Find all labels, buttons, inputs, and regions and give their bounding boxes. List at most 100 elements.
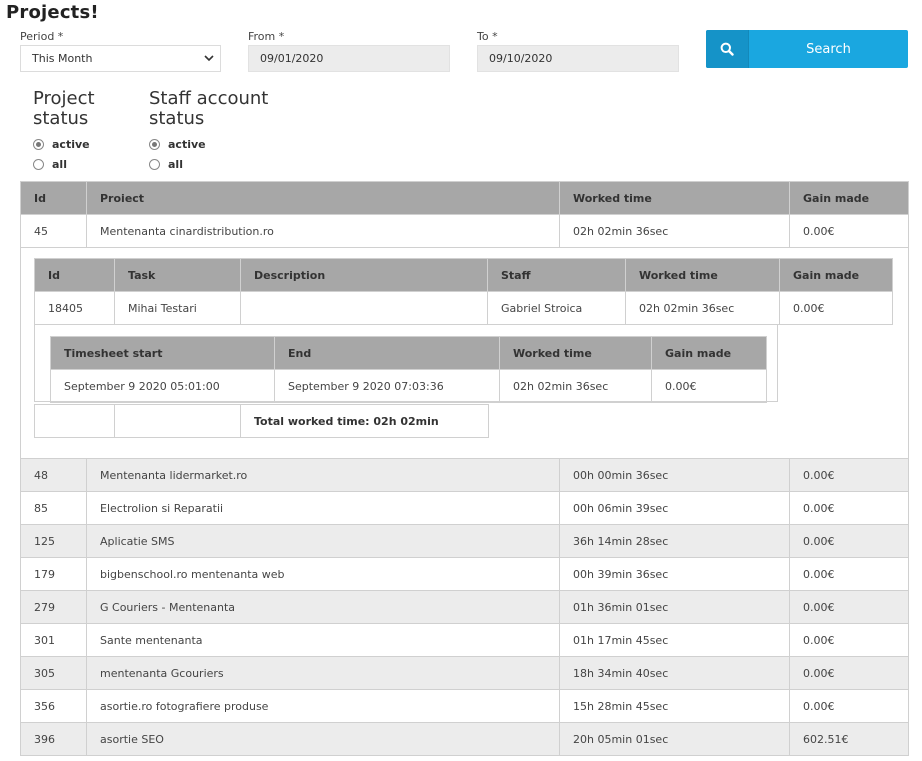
staff-status-title: Staff account status [149, 88, 269, 129]
project-worked-time: 01h 17min 45sec [559, 623, 790, 657]
timesheet-gain: 0.00€ [651, 369, 767, 403]
table-row[interactable]: 356 asortie.ro fotografiere produse 15h 28… [20, 689, 909, 723]
project-detail-cell: Id Task Description Staff Worked time Ga… [20, 247, 909, 459]
table-row[interactable]: 125 Aplicatie SMS 36h 14min 28sec 0.00€ [20, 524, 909, 558]
projects-table-header: Id Proiect Worked time Gain made [20, 181, 909, 215]
to-date-value: 09/10/2020 [489, 52, 553, 65]
task-gain: 0.00€ [779, 291, 893, 325]
table-row[interactable]: 396 asortie SEO 20h 05min 01sec 602.51€ [20, 722, 909, 756]
radio-label: all [168, 157, 183, 171]
project-id: 85 [20, 491, 87, 525]
projects-table: Id Proiect Worked time Gain made 45 Ment… [20, 181, 909, 756]
column-header-staff: Staff [487, 258, 626, 292]
project-worked-time: 36h 14min 28sec [559, 524, 790, 558]
timesheet-table: Timesheet start End Worked time Gain mad… [50, 336, 767, 403]
project-worked-time: 02h 02min 36sec [559, 214, 790, 248]
project-status-active-option[interactable]: active [33, 135, 90, 153]
column-header-description: Description [240, 258, 488, 292]
radio-unchecked-icon[interactable] [33, 158, 44, 170]
from-date-value: 09/01/2020 [260, 52, 324, 65]
table-row[interactable]: September 9 2020 05:01:00 September 9 20… [50, 369, 767, 403]
staff-status-active-option[interactable]: active [149, 135, 206, 153]
radio-label: active [52, 137, 90, 151]
project-worked-time: 01h 36min 01sec [559, 590, 790, 624]
column-header-worked-time: Worked time [559, 181, 790, 215]
project-id: 396 [20, 722, 87, 756]
project-status-all-option[interactable]: all [33, 155, 90, 173]
task-name: Mihai Testari [114, 291, 241, 325]
from-date-input[interactable]: 09/01/2020 [248, 45, 450, 72]
project-name: mentenanta Gcouriers [86, 656, 560, 690]
project-id: 48 [20, 458, 87, 492]
column-header-worked-time: Worked time [499, 336, 652, 370]
project-worked-time: 00h 39min 36sec [559, 557, 790, 591]
task-table-header: Id Task Description Staff Worked time Ga… [34, 258, 893, 292]
project-name: G Couriers - Mentenanta [86, 590, 560, 624]
table-row[interactable]: 301 Sante mentenanta 01h 17min 45sec 0.00€ [20, 623, 909, 657]
radio-unchecked-icon[interactable] [149, 158, 160, 170]
project-name: asortie.ro fotografiere produse [86, 689, 560, 723]
from-label: From * [248, 30, 285, 43]
task-worked-time: 02h 02min 36sec [625, 291, 780, 325]
project-name: Aplicatie SMS [86, 524, 560, 558]
project-name: bigbenschool.ro mentenanta web [86, 557, 560, 591]
table-row[interactable]: 85 Electrolion si Reparatii 00h 06min 39se… [20, 491, 909, 525]
staff-status-radios: active all [149, 135, 206, 173]
column-header-gain: Gain made [789, 181, 909, 215]
radio-checked-icon[interactable] [149, 138, 160, 150]
project-name: Mentenanta lidermarket.ro [86, 458, 560, 492]
total-row-table: Total worked time: 02h 02min [34, 404, 489, 438]
radio-checked-icon[interactable] [33, 138, 44, 150]
project-id: 125 [20, 524, 87, 558]
task-id: 18405 [34, 291, 115, 325]
table-row[interactable]: 179 bigbenschool.ro mentenanta web 00h 39m… [20, 557, 909, 591]
column-header-project: Proiect [86, 181, 560, 215]
total-worked-time: Total worked time: 02h 02min [240, 404, 489, 438]
timesheet-worked-time: 02h 02min 36sec [499, 369, 652, 403]
column-header-task: Task [114, 258, 241, 292]
task-table: Id Task Description Staff Worked time Ga… [34, 258, 893, 325]
project-name: asortie SEO [86, 722, 560, 756]
project-status-radios: active all [33, 135, 90, 173]
task-staff: Gabriel Stroica [487, 291, 626, 325]
project-worked-time: 20h 05min 01sec [559, 722, 790, 756]
chevron-down-icon [204, 52, 214, 65]
project-status-title: Project status [33, 88, 95, 129]
project-gain: 0.00€ [789, 524, 909, 558]
project-gain: 0.00€ [789, 590, 909, 624]
column-header-end: End [274, 336, 500, 370]
column-header-id: Id [20, 181, 87, 215]
total-empty-cell [34, 404, 115, 438]
total-row: Total worked time: 02h 02min [34, 404, 489, 438]
staff-status-all-option[interactable]: all [149, 155, 206, 173]
search-button[interactable]: Search [706, 30, 908, 68]
table-row[interactable]: 45 Mentenanta cinardistribution.ro 02h 0… [20, 214, 909, 248]
project-gain: 0.00€ [789, 491, 909, 525]
project-name: Mentenanta cinardistribution.ro [86, 214, 560, 248]
project-gain: 0.00€ [789, 689, 909, 723]
table-row[interactable]: 279 G Couriers - Mentenanta 01h 36min 01se… [20, 590, 909, 624]
timesheet-start: September 9 2020 05:01:00 [50, 369, 275, 403]
project-gain: 0.00€ [789, 656, 909, 690]
project-name: Sante mentenanta [86, 623, 560, 657]
project-id: 45 [20, 214, 87, 248]
to-date-input[interactable]: 09/10/2020 [477, 45, 679, 72]
column-header-gain: Gain made [779, 258, 893, 292]
search-icon [706, 30, 749, 68]
project-worked-time: 15h 28min 45sec [559, 689, 790, 723]
table-row[interactable]: 305 mentenanta Gcouriers 18h 34min 40sec 0.… [20, 656, 909, 690]
project-worked-time: 00h 00min 36sec [559, 458, 790, 492]
project-detail-row: Id Task Description Staff Worked time Ga… [20, 247, 909, 459]
project-name: Electrolion si Reparatii [86, 491, 560, 525]
period-select[interactable]: This Month [20, 45, 221, 72]
period-label: Period * [20, 30, 64, 43]
timesheet-table-header: Timesheet start End Worked time Gain mad… [50, 336, 767, 370]
project-id: 179 [20, 557, 87, 591]
column-header-id: Id [34, 258, 115, 292]
page-title: Projects! [6, 2, 99, 23]
project-id: 305 [20, 656, 87, 690]
table-row[interactable]: 18405 Mihai Testari Gabriel Stroica 02h … [34, 291, 893, 325]
table-row[interactable]: 48 Mentenanta lidermarket.ro 00h 00min 36s… [20, 458, 909, 492]
project-gain: 0.00€ [789, 458, 909, 492]
radio-label: all [52, 157, 67, 171]
